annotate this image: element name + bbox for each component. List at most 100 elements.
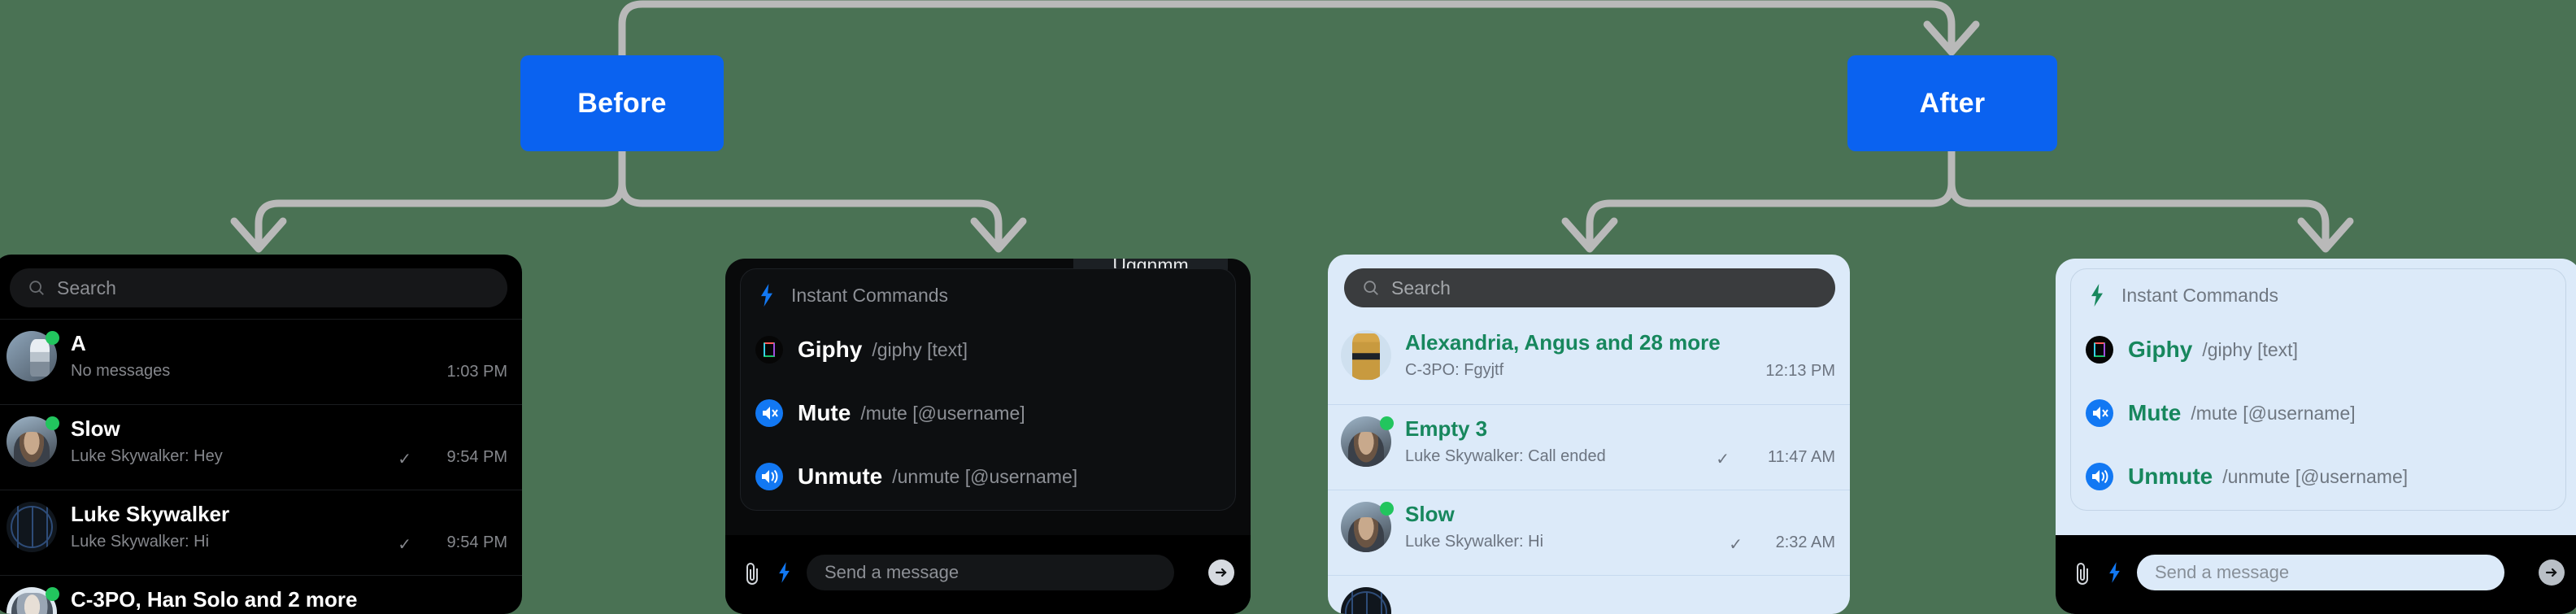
instant-commands-title: Instant Commands	[791, 284, 949, 306]
avatar	[1341, 330, 1391, 381]
before-chat-list-panel: Search A No messages 1:03 PM Slow Luke S…	[0, 255, 522, 614]
after-commands-panel: Instant Commands Giphy /giphy [text] Mut…	[2056, 259, 2576, 614]
arrowhead-before-right	[970, 217, 1027, 253]
command-item-mute[interactable]: Mute /mute [@username]	[2086, 399, 2356, 427]
command-name: Unmute	[2128, 464, 2213, 489]
online-status-dot	[1380, 416, 1394, 430]
command-item-mute[interactable]: Mute /mute [@username]	[755, 399, 1025, 427]
command-name: Giphy	[798, 337, 863, 362]
read-check-icon: ✓	[1729, 536, 1743, 554]
command-syntax: /unmute [@username]	[892, 465, 1078, 487]
command-syntax: /giphy [text]	[872, 338, 968, 360]
search-placeholder: Search	[57, 277, 116, 298]
bolt-icon[interactable]	[777, 560, 791, 585]
unmute-icon	[755, 463, 783, 490]
avatar	[7, 502, 57, 552]
bolt-icon	[2091, 284, 2103, 307]
chat-name: Slow	[1405, 502, 1455, 526]
chat-time: 12:13 PM	[1765, 362, 1835, 380]
chat-time: 11:47 AM	[1767, 448, 1835, 466]
online-status-dot	[46, 331, 59, 345]
table-row[interactable]: Slow Luke Skywalker: Hey ✓ 9:54 PM	[0, 404, 522, 490]
chat-preview: Luke Skywalker: Hi	[71, 533, 210, 551]
search-input[interactable]: Search	[1344, 268, 1835, 307]
send-button[interactable]	[2539, 560, 2565, 586]
after-label-text: After	[1919, 87, 1986, 119]
table-row[interactable]: Empty 3 Luke Skywalker: Call ended ✓ 11:…	[1328, 404, 1850, 490]
chat-preview: Luke Skywalker: Hi	[1405, 533, 1544, 551]
giphy-icon	[755, 336, 783, 364]
message-composer: Send a message	[725, 535, 1251, 614]
bolt-icon	[761, 284, 772, 307]
unmute-icon	[2086, 463, 2113, 490]
command-item-unmute[interactable]: Unmute /unmute [@username]	[755, 463, 1077, 490]
mute-icon	[755, 399, 783, 427]
chat-preview: Luke Skywalker: Hey	[71, 447, 223, 465]
search-icon	[1364, 281, 1378, 295]
command-item-giphy[interactable]: Giphy /giphy [text]	[2086, 336, 2298, 364]
mute-icon	[2086, 399, 2113, 427]
search-placeholder: Search	[1391, 277, 1451, 298]
before-label-text: Before	[577, 87, 667, 119]
table-row[interactable]: C-3PO, Han Solo and 2 more	[0, 575, 522, 614]
instant-commands-card: Instant Commands Giphy /giphy [text] Mut…	[740, 268, 1236, 511]
after-label-box[interactable]: After	[1847, 55, 2057, 151]
chat-name: Luke Skywalker	[71, 502, 230, 526]
bolt-icon[interactable]	[2108, 560, 2121, 585]
message-input[interactable]: Send a message	[807, 555, 1174, 590]
chat-preview: No messages	[71, 362, 171, 380]
command-name: Mute	[2128, 400, 2182, 425]
send-button[interactable]	[1208, 560, 1234, 586]
paperclip-icon	[2077, 563, 2088, 585]
command-syntax: /mute [@username]	[2191, 402, 2356, 424]
arrowhead-after-right	[2297, 217, 2354, 253]
online-status-dot	[46, 587, 59, 601]
message-composer: Send a message	[2056, 535, 2576, 614]
read-check-icon: ✓	[398, 536, 411, 554]
arrowhead-after	[1923, 20, 1980, 56]
chat-preview: Luke Skywalker: Call ended	[1405, 447, 1606, 465]
after-chat-list-panel: Search Alexandria, Angus and 28 more C-3…	[1328, 255, 1850, 614]
chat-time: 2:32 AM	[1775, 533, 1835, 551]
instant-commands-header: Instant Commands	[759, 284, 948, 307]
message-placeholder: Send a message	[2155, 562, 2290, 582]
instant-commands-header: Instant Commands	[2089, 284, 2278, 307]
command-item-unmute[interactable]: Unmute /unmute [@username]	[2086, 463, 2408, 490]
chat-name: A	[71, 331, 86, 355]
online-status-dot	[46, 416, 59, 430]
command-name: Mute	[798, 400, 851, 425]
arrowhead-after-left	[1561, 217, 1618, 253]
read-check-icon: ✓	[1716, 451, 1730, 468]
command-syntax: /unmute [@username]	[2222, 465, 2408, 487]
chat-name: C-3PO, Han Solo and 2 more	[71, 587, 358, 612]
table-row[interactable]: A No messages 1:03 PM	[0, 319, 522, 404]
command-item-giphy[interactable]: Giphy /giphy [text]	[755, 336, 968, 364]
online-status-dot	[1380, 502, 1394, 516]
connector-after-left	[1586, 147, 1956, 248]
read-check-icon: ✓	[398, 451, 411, 468]
instant-commands-card: Instant Commands Giphy /giphy [text] Mut…	[2070, 268, 2566, 511]
message-input[interactable]: Send a message	[2137, 555, 2504, 590]
connector-top-spine	[618, 0, 1956, 59]
message-placeholder: Send a message	[825, 562, 959, 582]
table-row[interactable]	[1328, 575, 1850, 614]
chat-name: Empty 3	[1405, 416, 1488, 441]
send-arrow-icon	[2545, 568, 2557, 577]
chat-name: Alexandria, Angus and 28 more	[1405, 330, 1721, 355]
connector-before-right	[618, 147, 1003, 248]
giphy-icon	[2086, 336, 2113, 364]
table-row[interactable]: Alexandria, Angus and 28 more C-3PO: Fgy…	[1328, 319, 1850, 404]
table-row[interactable]: Luke Skywalker Luke Skywalker: Hi ✓ 9:54…	[0, 490, 522, 575]
connector-after-right	[1947, 147, 2330, 248]
table-row[interactable]: Slow Luke Skywalker: Hi ✓ 2:32 AM	[1328, 490, 1850, 575]
connector-before-left	[255, 147, 626, 248]
chat-name: Slow	[71, 416, 120, 441]
arrowhead-before-left	[230, 217, 287, 253]
before-label-box[interactable]: Before	[520, 55, 724, 151]
chat-preview: C-3PO: Fgyjtf	[1405, 361, 1504, 379]
command-name: Unmute	[798, 464, 883, 489]
chat-time: 1:03 PM	[446, 363, 507, 381]
command-syntax: /giphy [text]	[2202, 338, 2298, 360]
search-input[interactable]: Search	[10, 268, 507, 307]
avatar	[1341, 587, 1391, 614]
